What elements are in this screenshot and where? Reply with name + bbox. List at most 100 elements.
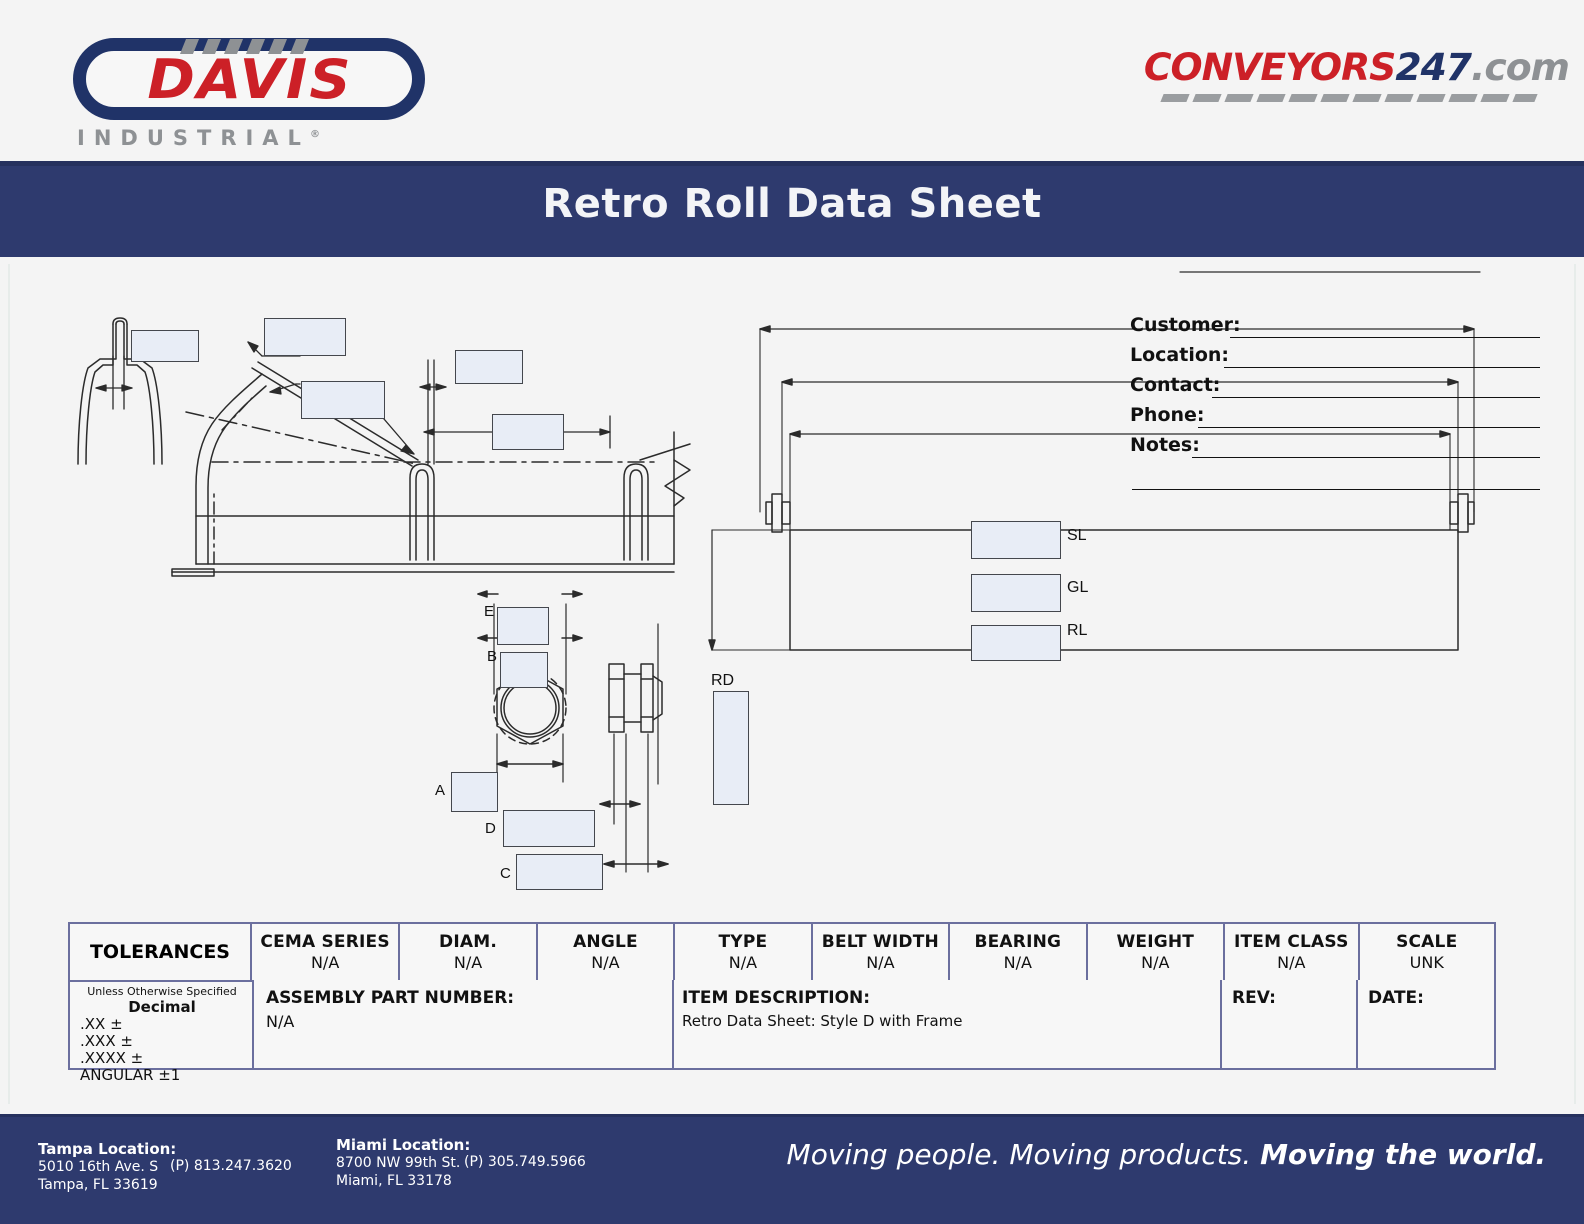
diam-value: N/A — [453, 952, 483, 972]
cell-angle: ANGLE N/A — [538, 924, 676, 980]
customer-info-block: Customer: Location: Contact: Phone: Note… — [1130, 312, 1540, 512]
input-dim-RD[interactable] — [713, 691, 749, 805]
belt-width-value: N/A — [866, 952, 895, 972]
cell-type: TYPE N/A — [675, 924, 813, 980]
type-value: N/A — [728, 952, 758, 972]
contact-label: Contact: — [1130, 374, 1221, 396]
diam-header: DIAM. — [439, 931, 497, 952]
cell-bearing: BEARING N/A — [950, 924, 1088, 980]
label-GL: GL — [1067, 579, 1089, 596]
tolerances-decimal-label: Decimal — [128, 998, 196, 1016]
label-RD: RD — [711, 672, 735, 689]
tolerance-line-xxxx: .XXXX ± — [80, 1049, 144, 1067]
rev-label: REV: — [1232, 988, 1276, 1008]
tagline-light: Moving people. Moving products. — [786, 1138, 1261, 1171]
notes-extra-row — [1130, 462, 1540, 492]
tagline-bold: Moving the world. — [1260, 1138, 1546, 1171]
cell-belt-width: BELT WIDTH N/A — [813, 924, 951, 980]
registered-mark: ® — [309, 129, 320, 140]
customer-label: Customer: — [1130, 314, 1241, 336]
scale-header: SCALE — [1396, 931, 1458, 952]
cell-weight: WEIGHT N/A — [1088, 924, 1225, 980]
date-cell[interactable]: DATE: — [1358, 980, 1494, 1070]
cell-cema-series: CEMA SERIES N/A — [252, 924, 401, 980]
c247-part1: CONVEYORS — [1143, 46, 1397, 89]
c247-part3: .com — [1471, 46, 1570, 89]
davis-subtitle-text: INDUSTRIAL — [77, 126, 310, 150]
item-class-header: ITEM CLASS — [1233, 931, 1349, 952]
idler-frame-profile — [171, 373, 675, 577]
location-input-line[interactable] — [1224, 367, 1540, 368]
tolerances-header: TOLERANCES — [70, 924, 252, 980]
assembly-part-number-label: ASSEMBLY PART NUMBER: — [266, 988, 515, 1008]
item-class-value: N/A — [1277, 952, 1306, 972]
notes-label: Notes: — [1130, 434, 1200, 456]
input-dim-RL[interactable] — [971, 625, 1061, 661]
miami-street: 8700 NW 99th St. — [336, 1155, 461, 1171]
label-C: C — [500, 865, 511, 882]
spec-table-header-row: TOLERANCES CEMA SERIES N/A DIAM. N/A ANG… — [70, 924, 1494, 980]
input-idler-dim-5[interactable] — [492, 414, 564, 450]
label-B: B — [487, 648, 498, 665]
customer-row: Customer: — [1130, 312, 1540, 342]
tolerance-line-angular: ANGULAR ±1 — [80, 1066, 181, 1084]
customer-input-line[interactable] — [1230, 337, 1540, 338]
input-dim-D[interactable] — [503, 810, 595, 847]
item-description-label: ITEM DESCRIPTION: — [682, 988, 871, 1008]
miami-location: Miami Location: 8700 NW 99th St. Miami, … — [336, 1136, 470, 1190]
miami-title: Miami Location: — [336, 1136, 471, 1154]
input-idler-dim-4[interactable] — [455, 350, 523, 384]
contact-row: Contact: — [1130, 372, 1540, 402]
item-description-cell: ITEM DESCRIPTION: Retro Data Sheet: Styl… — [674, 980, 1222, 1070]
cema-series-value: N/A — [310, 952, 340, 972]
notes-extra-input-line[interactable] — [1132, 489, 1540, 490]
type-header: TYPE — [718, 931, 768, 952]
davis-subtitle: INDUSTRIAL® — [77, 126, 427, 150]
rev-cell[interactable]: REV: — [1222, 980, 1358, 1070]
spec-table: TOLERANCES CEMA SERIES N/A DIAM. N/A ANG… — [68, 922, 1496, 1084]
tolerance-line-xxx: .XXX ± — [80, 1032, 133, 1050]
assembly-part-number-value: N/A — [266, 1012, 295, 1031]
input-dim-GL[interactable] — [971, 574, 1061, 612]
page-header: DAVIS INDUSTRIAL® CONVEYORS247.com — [0, 0, 1584, 158]
scale-value: UNK — [1409, 952, 1444, 972]
cell-diam: DIAM. N/A — [400, 924, 538, 980]
contact-input-line[interactable] — [1212, 397, 1540, 398]
input-dim-C[interactable] — [516, 854, 603, 890]
phone-row: Phone: — [1130, 402, 1540, 432]
label-SL: SL — [1067, 527, 1087, 544]
c247-part2: 247 — [1395, 46, 1472, 89]
bearing-value: N/A — [1003, 952, 1032, 972]
davis-industrial-logo: DAVIS INDUSTRIAL® — [35, 18, 435, 150]
angle-value: N/A — [591, 952, 620, 972]
input-dim-B[interactable] — [500, 652, 548, 688]
input-dim-A[interactable] — [451, 772, 498, 812]
tolerances-unless-text: Unless Otherwise Specified — [87, 985, 237, 998]
tampa-street: 5010 16th Ave. S — [38, 1159, 159, 1175]
belt-width-header: BELT WIDTH — [821, 931, 939, 952]
notes-input-line[interactable] — [1192, 457, 1540, 458]
phone-input-line[interactable] — [1198, 427, 1540, 428]
input-dim-SL[interactable] — [971, 521, 1061, 559]
miami-citystate: Miami, FL 33178 — [336, 1173, 452, 1189]
assembly-part-number-cell: ASSEMBLY PART NUMBER: N/A — [254, 980, 674, 1070]
conveyors247-wordmark: CONVEYORS247.com — [1143, 46, 1570, 89]
c247-dashes-icon — [1160, 94, 1538, 103]
cell-scale: SCALE UNK — [1360, 924, 1494, 980]
break-line — [664, 431, 691, 565]
input-dim-E[interactable] — [497, 607, 549, 645]
label-D: D — [485, 820, 496, 837]
input-idler-dim-3[interactable] — [301, 381, 385, 419]
input-idler-dim-2[interactable] — [264, 318, 346, 356]
title-banner: Retro Roll Data Sheet — [0, 161, 1584, 257]
tampa-phone: (P) 813.247.3620 — [170, 1158, 292, 1174]
cema-series-header: CEMA SERIES — [260, 931, 390, 952]
data-sheet-page: DAVIS INDUSTRIAL® CONVEYORS247.com Retro… — [0, 0, 1584, 1224]
footer-top-rule — [0, 1114, 1584, 1117]
page-title: Retro Roll Data Sheet — [542, 181, 1042, 227]
conveyors247-logo: CONVEYORS247.com — [1144, 46, 1570, 120]
davis-wordmark: DAVIS — [147, 48, 353, 111]
label-A: A — [435, 782, 446, 799]
input-idler-dim-1[interactable] — [131, 330, 199, 362]
idler-stand-1 — [409, 463, 435, 561]
